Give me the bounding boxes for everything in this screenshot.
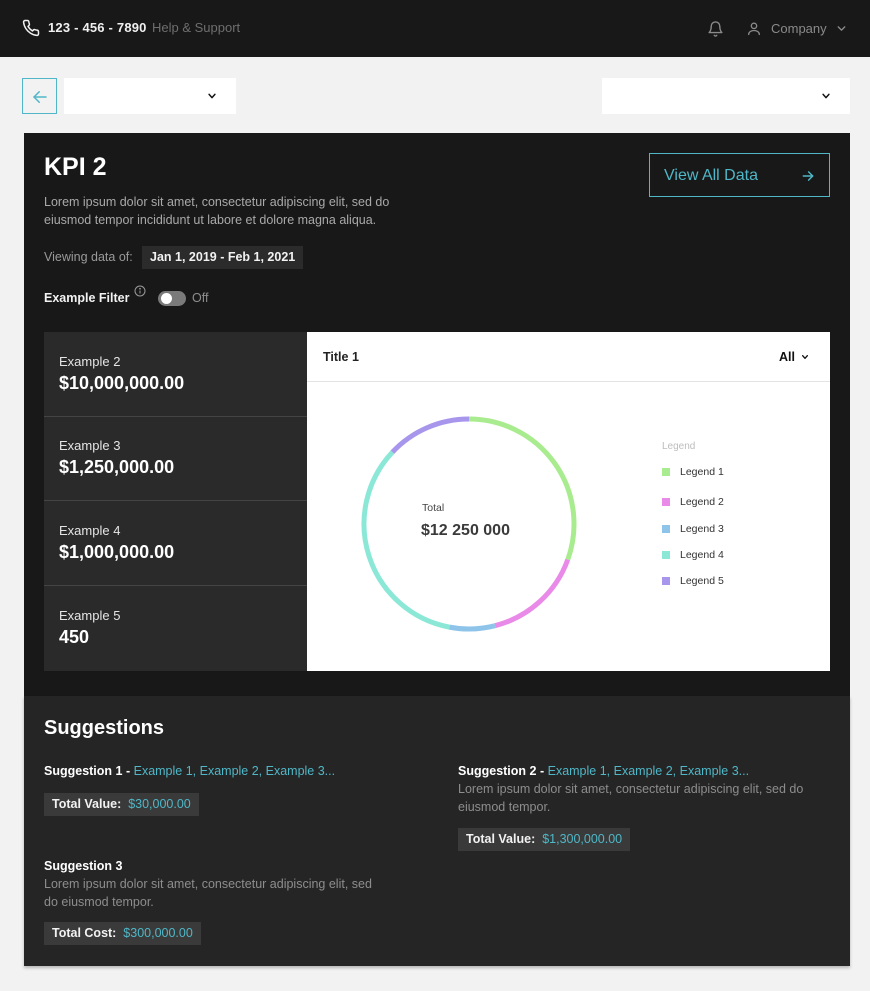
suggestions-panel: Suggestions Suggestion 1 - Example 1, Ex… xyxy=(24,696,850,966)
chevron-down-icon xyxy=(822,93,830,99)
legend-label: Legend 3 xyxy=(680,523,724,535)
divider xyxy=(307,381,830,382)
chip-value: $30,000.00 xyxy=(128,797,191,811)
top-bar: 123 - 456 - 7890 Help & Support Company xyxy=(0,0,870,57)
legend-label: Legend 5 xyxy=(680,575,724,587)
view-all-data-label: View All Data xyxy=(664,167,758,184)
donut-slice-3[interactable] xyxy=(448,623,496,632)
legend-swatch xyxy=(662,551,670,559)
suggestion-name: Suggestion 2 - xyxy=(458,764,545,778)
stat-label: Example 5 xyxy=(59,608,121,623)
stat-item: Example 3 $1,250,000.00 xyxy=(44,416,307,501)
notification-bell-icon[interactable] xyxy=(707,20,724,38)
total-value-chip: Total Value: $30,000.00 xyxy=(44,793,199,816)
filter-toggle[interactable] xyxy=(158,291,186,306)
chip-value: $300,000.00 xyxy=(123,926,193,940)
suggestion-heading: Suggestion 2 - Example 1, Example 2, Exa… xyxy=(458,764,749,778)
toggle-state: Off xyxy=(192,291,209,305)
chevron-down-icon[interactable] xyxy=(800,353,810,361)
chart-panel: Title 1 All Total $12 250 000 Legend Leg… xyxy=(307,332,830,671)
suggestion-name: Suggestion 1 - xyxy=(44,764,131,778)
view-all-data-button[interactable]: View All Data xyxy=(649,153,830,197)
right-dropdown[interactable] xyxy=(602,78,850,114)
stat-item: Example 2 $10,000,000.00 xyxy=(44,332,307,417)
page-title: KPI 2 xyxy=(44,153,107,181)
help-support-link[interactable]: Help & Support xyxy=(152,20,240,35)
chip-label: Total Value: xyxy=(466,832,536,846)
toggle-knob xyxy=(161,293,172,304)
suggestion-description: Lorem ipsum dolor sit amet, consectetur … xyxy=(458,782,804,814)
legend-label: Legend 4 xyxy=(680,549,724,561)
phone-number[interactable]: 123 - 456 - 7890 xyxy=(48,20,147,35)
total-value-chip: Total Value: $1,300,000.00 xyxy=(458,828,631,851)
total-cost-chip: Total Cost: $300,000.00 xyxy=(44,922,201,945)
total-label: Total xyxy=(422,502,445,514)
stat-label: Example 2 xyxy=(59,354,121,369)
info-icon[interactable] xyxy=(134,285,146,297)
company-menu[interactable]: Company xyxy=(771,21,827,36)
arrow-left-icon xyxy=(33,91,47,103)
stat-item: Example 5 450 xyxy=(44,586,307,671)
legend-swatch xyxy=(662,577,670,585)
filter-label: Example Filter xyxy=(44,291,130,305)
chip-label: Total Cost: xyxy=(52,926,117,940)
donut-slice-2[interactable] xyxy=(494,558,571,629)
suggestion-examples-link[interactable]: Example 1, Example 2, Example 3... xyxy=(548,764,749,778)
back-button[interactable] xyxy=(22,78,57,114)
stat-value: 450 xyxy=(59,627,90,647)
legend-swatch xyxy=(662,468,670,476)
donut-slice-5[interactable] xyxy=(390,416,470,454)
suggestions-title: Suggestions xyxy=(44,717,165,739)
stat-item: Example 4 $1,000,000.00 xyxy=(44,501,307,586)
legend-swatch xyxy=(662,498,670,506)
chevron-down-icon xyxy=(208,93,216,99)
kpi-description: Lorem ipsum dolor sit amet, consectetur … xyxy=(44,195,390,227)
left-dropdown[interactable] xyxy=(64,78,236,114)
stat-label: Example 3 xyxy=(59,438,121,453)
stat-value: $1,250,000.00 xyxy=(59,457,175,477)
legend-title: Legend xyxy=(662,441,696,452)
stat-value: $10,000,000.00 xyxy=(59,373,185,393)
legend-label: Legend 1 xyxy=(680,466,724,478)
legend-label: Legend 2 xyxy=(680,496,724,508)
chart-filter-dropdown[interactable]: All xyxy=(779,350,795,364)
chart-title: Title 1 xyxy=(323,350,359,364)
viewing-data-label: Viewing data of: xyxy=(44,250,133,264)
stat-label: Example 4 xyxy=(59,523,121,538)
chip-label: Total Value: xyxy=(52,797,122,811)
suggestion-description: Lorem ipsum dolor sit amet, consectetur … xyxy=(44,877,372,909)
chevron-down-icon[interactable] xyxy=(835,22,848,35)
arrow-right-icon xyxy=(802,171,814,181)
suggestion-heading: Suggestion 3 xyxy=(44,859,122,873)
suggestion-name: Suggestion 3 xyxy=(44,859,123,873)
chip-value: $1,300,000.00 xyxy=(542,832,623,846)
kpi-card: KPI 2 Lorem ipsum dolor sit amet, consec… xyxy=(24,133,850,696)
user-icon[interactable] xyxy=(746,20,762,37)
stats-panel: Example 2 $10,000,000.00 Example 3 $1,25… xyxy=(44,332,307,671)
total-value: $12 250 000 xyxy=(421,522,510,539)
date-range-chip[interactable]: Jan 1, 2019 - Feb 1, 2021 xyxy=(142,246,304,269)
stat-value: $1,000,000.00 xyxy=(59,542,175,562)
suggestion-heading: Suggestion 1 - Example 1, Example 2, Exa… xyxy=(44,764,335,778)
legend-swatch xyxy=(662,525,670,533)
suggestion-examples-link[interactable]: Example 1, Example 2, Example 3... xyxy=(134,764,335,778)
phone-icon xyxy=(22,19,40,37)
